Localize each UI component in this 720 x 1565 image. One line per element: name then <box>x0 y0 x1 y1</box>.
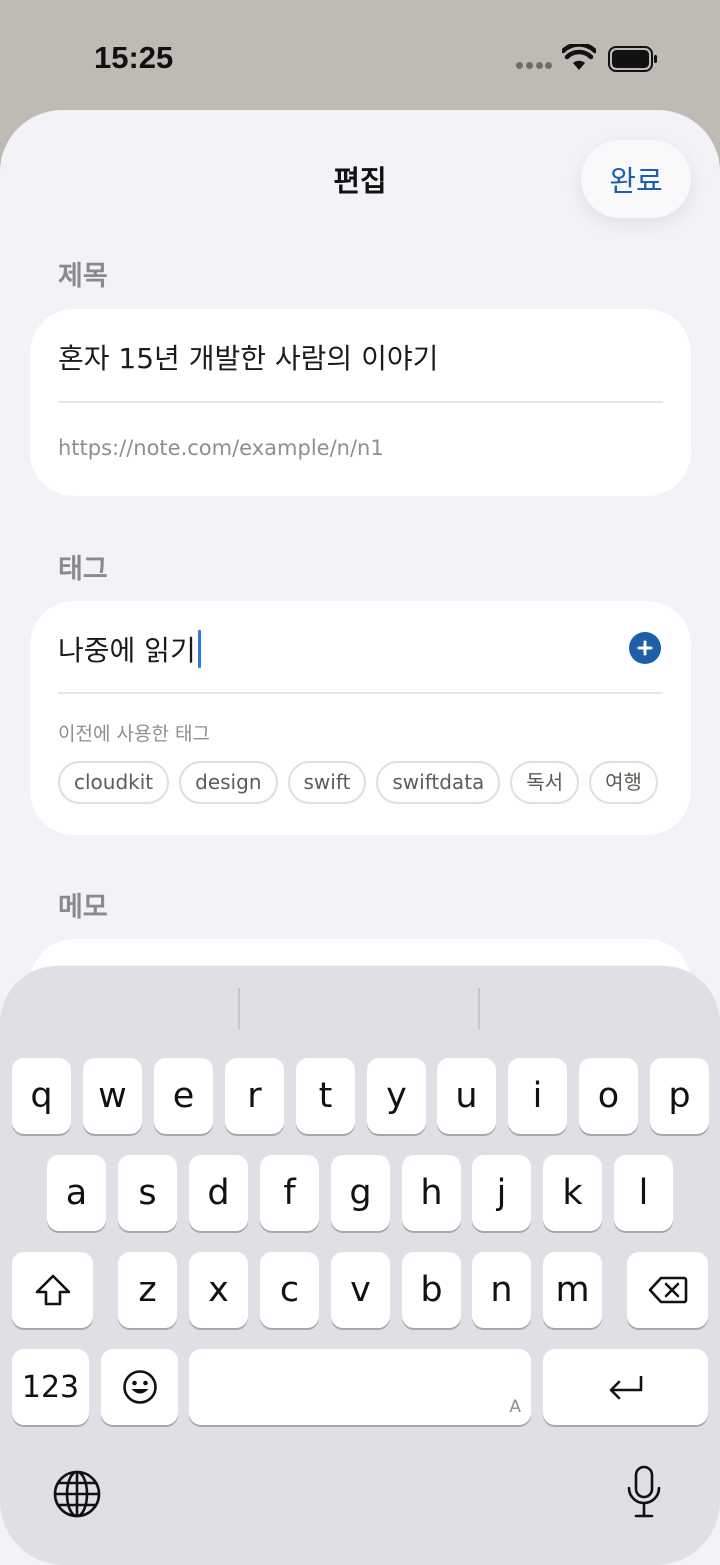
key-h[interactable]: h <box>402 1155 461 1231</box>
divider <box>58 692 663 694</box>
keyboard: q w e r t y u i o p a s d f g h j k l z … <box>0 966 720 1565</box>
shift-icon <box>35 1274 70 1306</box>
key-z[interactable]: z <box>118 1252 177 1328</box>
shift-key[interactable] <box>12 1252 93 1328</box>
tags-card: 나중에 읽기 이전에 사용한 태그 cloudkit design swift swi… <box>30 601 691 835</box>
key-i[interactable]: i <box>508 1058 567 1134</box>
tag-chip[interactable]: cloudkit <box>58 761 170 804</box>
url-field[interactable]: https://note.com/example/n/n1 <box>58 436 384 460</box>
plus-circle-icon <box>637 640 653 656</box>
signal-dots-icon <box>516 62 552 70</box>
key-x[interactable]: x <box>189 1252 248 1328</box>
return-key[interactable] <box>543 1349 708 1425</box>
key-g[interactable]: g <box>331 1155 390 1231</box>
key-k[interactable]: k <box>543 1155 602 1231</box>
key-l[interactable]: l <box>614 1155 673 1231</box>
key-y[interactable]: y <box>367 1058 426 1134</box>
tag-chip[interactable]: swift <box>287 761 367 804</box>
tag-chip[interactable]: design <box>179 761 278 804</box>
add-tag-button[interactable] <box>629 632 661 664</box>
title-section-label: 제목 <box>58 261 108 292</box>
key-a[interactable]: a <box>47 1155 106 1231</box>
globe-key[interactable] <box>52 1469 102 1519</box>
divider <box>58 401 663 403</box>
key-w[interactable]: w <box>83 1058 142 1134</box>
battery-icon <box>608 46 657 72</box>
globe-icon <box>53 1470 101 1518</box>
status-bar: 15:25 <box>0 0 720 112</box>
key-c[interactable]: c <box>260 1252 319 1328</box>
text-caret <box>197 630 201 668</box>
key-b[interactable]: b <box>402 1252 461 1328</box>
key-o[interactable]: o <box>579 1058 638 1134</box>
numbers-key[interactable]: 123 <box>12 1349 89 1425</box>
key-v[interactable]: v <box>331 1252 390 1328</box>
key-m[interactable]: m <box>543 1252 602 1328</box>
tag-chip[interactable]: 독서 <box>510 761 580 804</box>
previous-tags-list: cloudkit design swift swiftdata 독서 여행 <box>58 761 663 805</box>
delete-key[interactable] <box>627 1252 708 1328</box>
wifi-icon <box>562 44 596 70</box>
space-key[interactable]: A <box>189 1349 531 1425</box>
tag-input-value: 나중에 읽기 <box>58 634 196 667</box>
key-s[interactable]: s <box>118 1155 177 1231</box>
key-n[interactable]: n <box>472 1252 531 1328</box>
done-button[interactable]: 완료 <box>581 140 691 218</box>
tags-section-label: 태그 <box>58 554 108 585</box>
key-u[interactable]: u <box>437 1058 496 1134</box>
key-r[interactable]: r <box>225 1058 284 1134</box>
title-card: 혼자 15년 개발한 사람의 이야기 https://note.com/exam… <box>30 309 691 496</box>
delete-icon <box>648 1276 687 1304</box>
key-e[interactable]: e <box>154 1058 213 1134</box>
tag-chip[interactable]: swiftdata <box>376 761 501 804</box>
space-language-mark: A <box>509 1397 521 1417</box>
prediction-separator <box>238 988 240 1030</box>
key-j[interactable]: j <box>472 1155 531 1231</box>
key-p[interactable]: p <box>650 1058 709 1134</box>
status-time: 15:25 <box>94 40 174 75</box>
emoji-key[interactable] <box>101 1349 178 1425</box>
key-d[interactable]: d <box>189 1155 248 1231</box>
key-t[interactable]: t <box>296 1058 355 1134</box>
key-f[interactable]: f <box>260 1155 319 1231</box>
microphone-icon <box>627 1465 661 1518</box>
title-field[interactable]: 혼자 15년 개발한 사람의 이야기 <box>58 337 438 377</box>
emoji-icon <box>122 1370 157 1404</box>
tag-input[interactable]: 나중에 읽기 <box>58 629 201 669</box>
return-icon <box>609 1376 642 1400</box>
tag-chip[interactable]: 여행 <box>589 761 658 804</box>
previous-tags-label: 이전에 사용한 태그 <box>58 723 210 745</box>
dictation-key[interactable] <box>624 1464 664 1520</box>
memo-section-label: 메모 <box>58 892 108 923</box>
prediction-separator <box>478 988 480 1030</box>
key-q[interactable]: q <box>12 1058 71 1134</box>
